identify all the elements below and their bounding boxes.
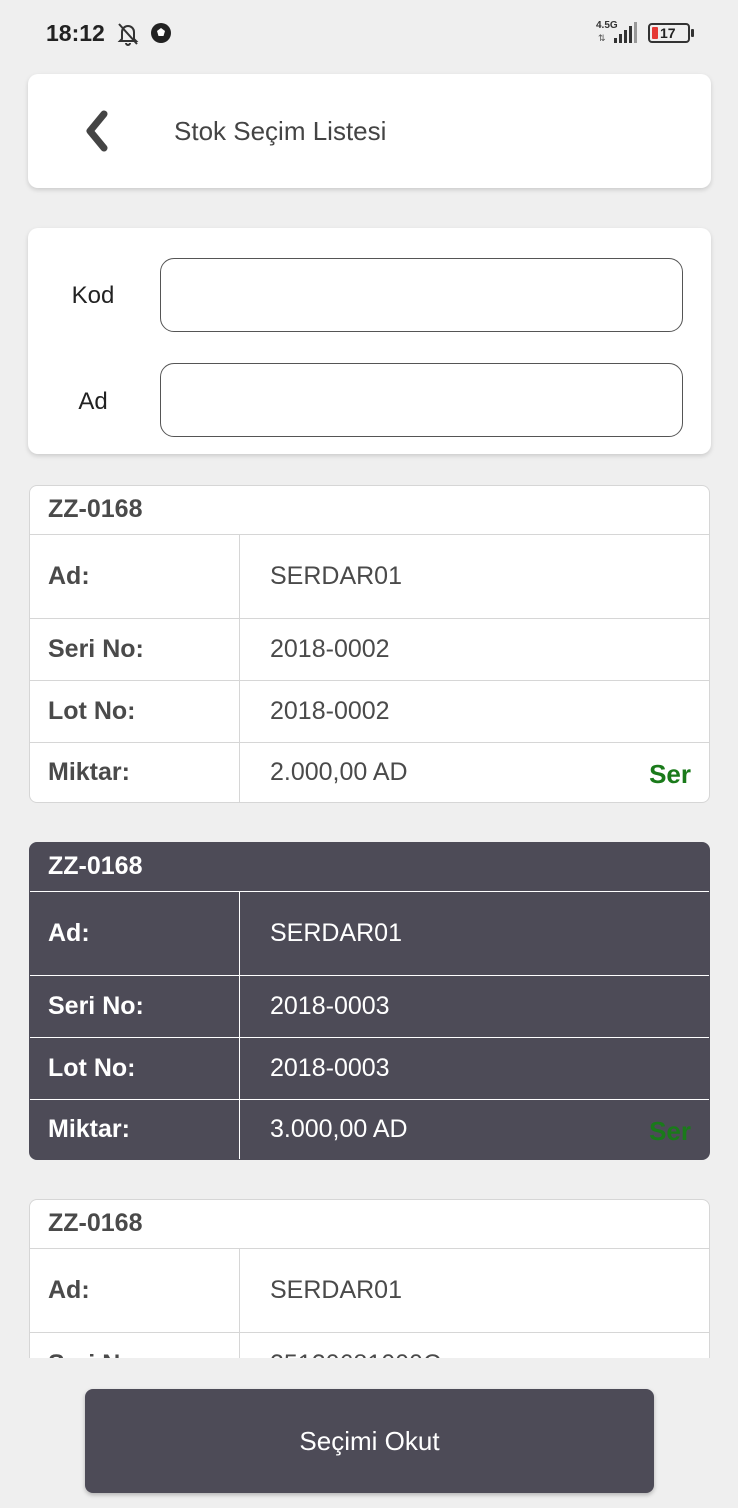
signal-icon	[614, 22, 637, 43]
soccer-ball-icon	[151, 23, 171, 43]
name-label: Ad:	[30, 1249, 240, 1332]
serial-row: Seri No: 2018-0002	[30, 619, 709, 681]
page-title: Stok Seçim Listesi	[174, 116, 387, 146]
quantity-row: Miktar: 3.000,00 AD Ser	[30, 1100, 709, 1159]
quantity-value: 2.000,00 AD	[270, 758, 408, 786]
quantity-row: Miktar: 2.000,00 AD Ser	[30, 743, 709, 802]
lot-value: 2018-0002	[270, 697, 390, 725]
name-value: SERDAR01	[270, 1276, 402, 1304]
bell-off-icon	[117, 23, 139, 46]
lot-row: Lot No: 2018-0002	[30, 681, 709, 743]
stock-code: ZZ-0168	[30, 843, 709, 892]
name-input[interactable]	[160, 363, 683, 437]
quantity-label: Miktar:	[30, 743, 240, 802]
name-row: Ad: SERDAR01	[30, 535, 709, 619]
serial-label: Seri No:	[30, 976, 240, 1037]
quantity-value: 3.000,00 AD	[270, 1115, 408, 1143]
serial-tag: Ser	[649, 759, 691, 789]
status-bar: 18:12 4.5G ⇅ 17	[0, 0, 738, 68]
serial-value: 2018-0002	[270, 635, 390, 663]
name-value: SERDAR01	[270, 562, 402, 590]
chevron-left-icon[interactable]	[78, 106, 118, 156]
lot-label: Lot No:	[30, 681, 240, 742]
code-label: Kod	[71, 282, 115, 309]
battery-level: 17	[660, 25, 676, 41]
lot-value: 2018-0003	[270, 1054, 390, 1082]
stock-code: ZZ-0168	[30, 486, 709, 535]
stock-code: ZZ-0168	[30, 1200, 709, 1249]
name-label: Ad:	[30, 892, 240, 975]
scan-selection-button[interactable]: Seçimi Okut	[85, 1389, 654, 1493]
name-value: SERDAR01	[270, 919, 402, 947]
name-row: Ad: SERDAR01	[30, 892, 709, 976]
code-input[interactable]	[160, 258, 683, 332]
battery-icon: 17	[648, 23, 694, 43]
serial-value: 2018-0003	[270, 992, 390, 1020]
serial-tag: Ser	[649, 1116, 691, 1146]
serial-label: Seri No:	[30, 619, 240, 680]
status-time: 18:12	[46, 20, 105, 46]
stock-card-selected[interactable]: ZZ-0168 Ad: SERDAR01 Seri No: 2018-0003 …	[29, 842, 710, 1160]
header-card: Stok Seçim Listesi	[28, 74, 711, 188]
name-label: Ad:	[30, 535, 240, 618]
serial-row: Seri No: 2018-0003	[30, 976, 709, 1038]
lot-label: Lot No:	[30, 1038, 240, 1099]
name-label: Ad	[78, 388, 108, 415]
lot-row: Lot No: 2018-0003	[30, 1038, 709, 1100]
name-row: Ad: SERDAR01	[30, 1249, 709, 1333]
stock-card[interactable]: ZZ-0168 Ad: SERDAR01 Seri No: 2018-0002 …	[29, 485, 710, 803]
network-arrows: ⇅	[598, 33, 606, 43]
quantity-label: Miktar:	[30, 1100, 240, 1159]
filter-card: Kod Ad	[28, 228, 711, 454]
